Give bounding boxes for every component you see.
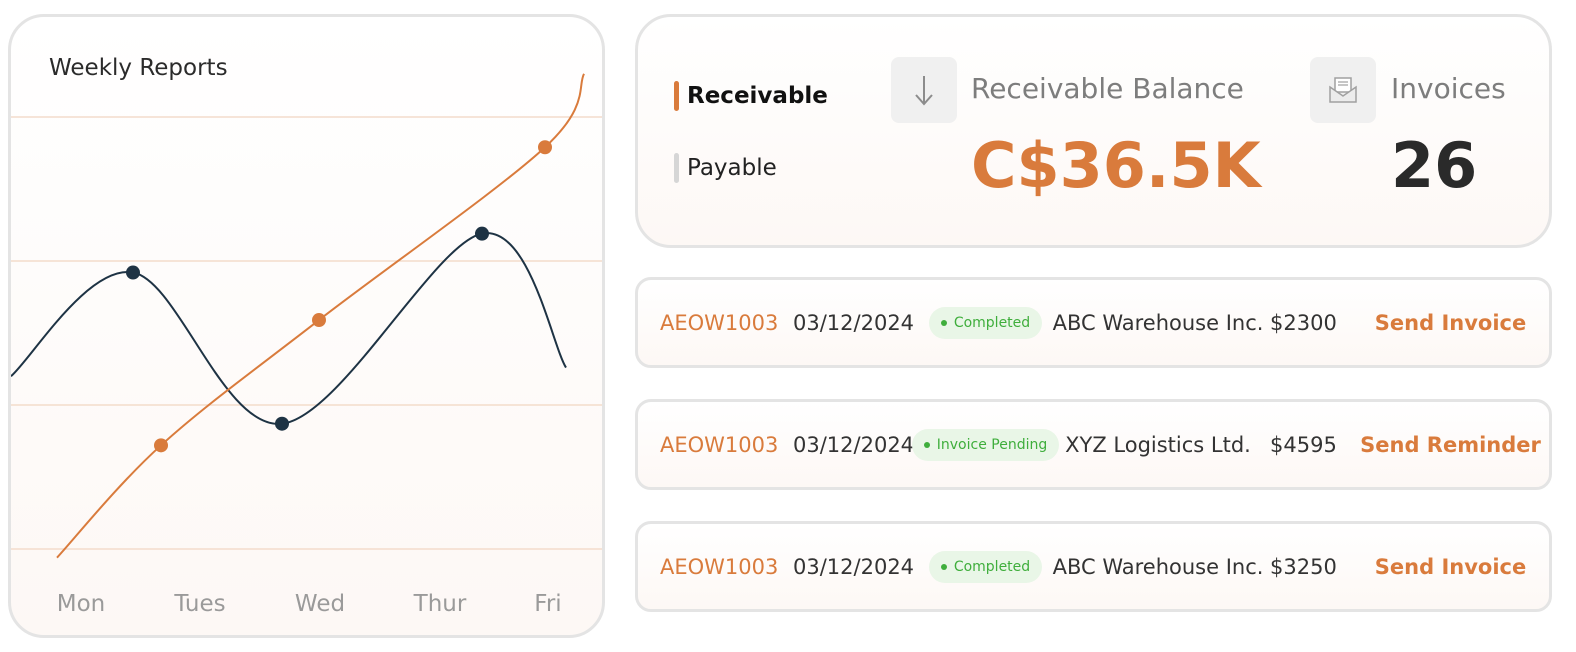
receivable-balance-label: Receivable Balance (971, 72, 1244, 105)
status-badge: Completed (928, 306, 1043, 339)
invoice-row: AEOW1003 03/12/2024 Invoice Pending XYZ … (635, 399, 1552, 490)
envelope-icon (1310, 57, 1376, 123)
status-dot-icon (923, 441, 930, 448)
status-cell: Completed (918, 524, 1053, 609)
invoice-row: AEOW1003 03/12/2024 Completed ABC Wareho… (635, 277, 1552, 368)
arrow-down-icon (891, 57, 957, 123)
invoice-amount: $3250 (1270, 554, 1337, 579)
data-point (275, 416, 289, 431)
chart-x-axis: Mon Tues Wed Thur Fri (57, 591, 562, 617)
invoice-amount: $2300 (1270, 310, 1337, 335)
invoice-row: AEOW1003 03/12/2024 Completed ABC Wareho… (635, 521, 1552, 612)
send-invoice-button[interactable]: Send Invoice (1368, 280, 1533, 365)
invoice-date: 03/12/2024 (793, 554, 915, 579)
status-badge: Invoice Pending (911, 428, 1060, 461)
invoices-count: 26 (1391, 129, 1478, 202)
status-badge: Completed (928, 550, 1043, 583)
status-text: Invoice Pending (936, 436, 1048, 453)
status-cell: Completed (918, 280, 1053, 365)
invoice-amount: $4595 (1270, 432, 1337, 457)
receivable-balance-value: C$36.5K (971, 129, 1261, 202)
weekly-reports-title: Weekly Reports (49, 55, 228, 81)
payable-toggle[interactable]: Payable (674, 153, 777, 183)
company-name: ABC Warehouse Inc. (1052, 554, 1264, 579)
status-dot-icon (940, 563, 947, 570)
data-point (312, 313, 326, 328)
invoice-id: AEOW1003 (660, 432, 779, 457)
invoice-id: AEOW1003 (660, 554, 779, 579)
active-indicator (674, 81, 679, 111)
status-dot-icon (940, 319, 947, 326)
invoice-date: 03/12/2024 (793, 310, 915, 335)
invoice-date: 03/12/2024 (793, 432, 915, 457)
payable-toggle-label: Payable (687, 155, 777, 181)
data-point (538, 140, 552, 155)
status-cell: Invoice Pending (911, 402, 1060, 487)
status-text: Completed (953, 558, 1031, 575)
data-point (126, 265, 140, 280)
x-tick-label: Tues (173, 591, 225, 617)
inactive-indicator (674, 153, 679, 183)
weekly-chart: Mon Tues Wed Thur Fri (11, 73, 602, 617)
data-point (475, 226, 489, 241)
invoice-id: AEOW1003 (660, 310, 779, 335)
receivable-toggle-label: Receivable (687, 83, 828, 109)
data-point (154, 438, 168, 453)
chart-series (11, 73, 585, 559)
x-tick-label: Wed (295, 591, 345, 617)
send-reminder-button[interactable]: Send Reminder (1360, 402, 1541, 487)
chart-grid (11, 116, 602, 550)
company-name: XYZ Logistics Ltd. (1065, 432, 1251, 457)
status-text: Completed (953, 314, 1031, 331)
company-name: ABC Warehouse Inc. (1052, 310, 1264, 335)
x-tick-label: Fri (534, 591, 561, 617)
receivable-toggle[interactable]: Receivable (674, 81, 828, 111)
balance-summary-card: Receivable Payable Receivable Balance C$… (635, 14, 1552, 248)
weekly-reports-card: Mon Tues Wed Thur Fri Weekly Reports (8, 14, 605, 638)
x-tick-label: Mon (57, 591, 106, 617)
send-invoice-button[interactable]: Send Invoice (1368, 524, 1533, 609)
x-tick-label: Thur (413, 591, 467, 617)
invoices-label: Invoices (1391, 72, 1506, 105)
